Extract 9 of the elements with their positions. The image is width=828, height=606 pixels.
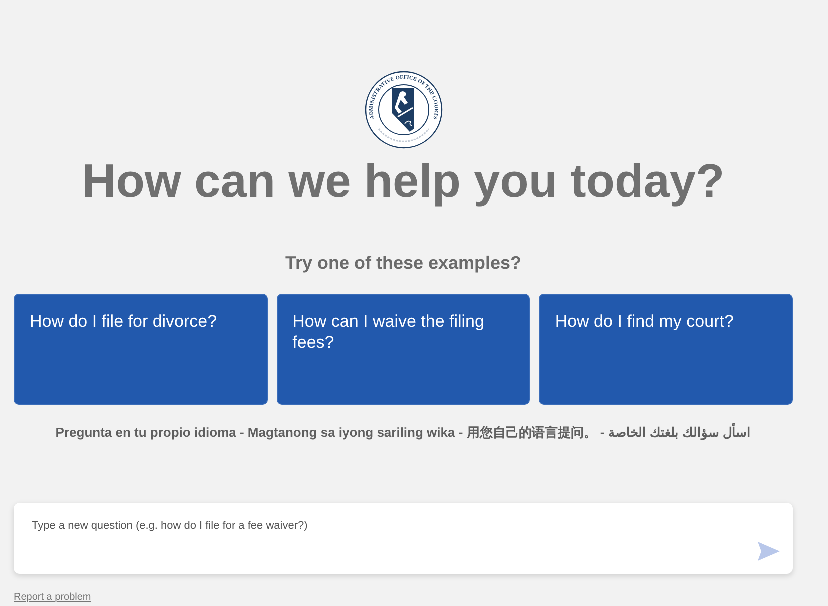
question-input[interactable]: Type a new question (e.g. how do I file for a fee waiver?)	[14, 503, 793, 574]
example-question-button[interactable]: How can I waive the filing fees?	[276, 294, 530, 405]
page-heading: How can we help you today?	[82, 153, 725, 209]
example-question-button[interactable]: How do I file for divorce?	[14, 294, 268, 405]
report-problem-link[interactable]: Report a problem	[14, 592, 92, 604]
examples-title: Try one of these examples?	[285, 252, 522, 275]
languages-note: Pregunta en tu propio idioma - Magtanong sa iyong sariling wika - 用您自己的语言提问。 - اسأل سؤالك بلغتك الخاصة	[56, 424, 752, 442]
example-question-button[interactable]: How do I find my court?	[539, 294, 793, 405]
send-icon	[758, 542, 780, 561]
